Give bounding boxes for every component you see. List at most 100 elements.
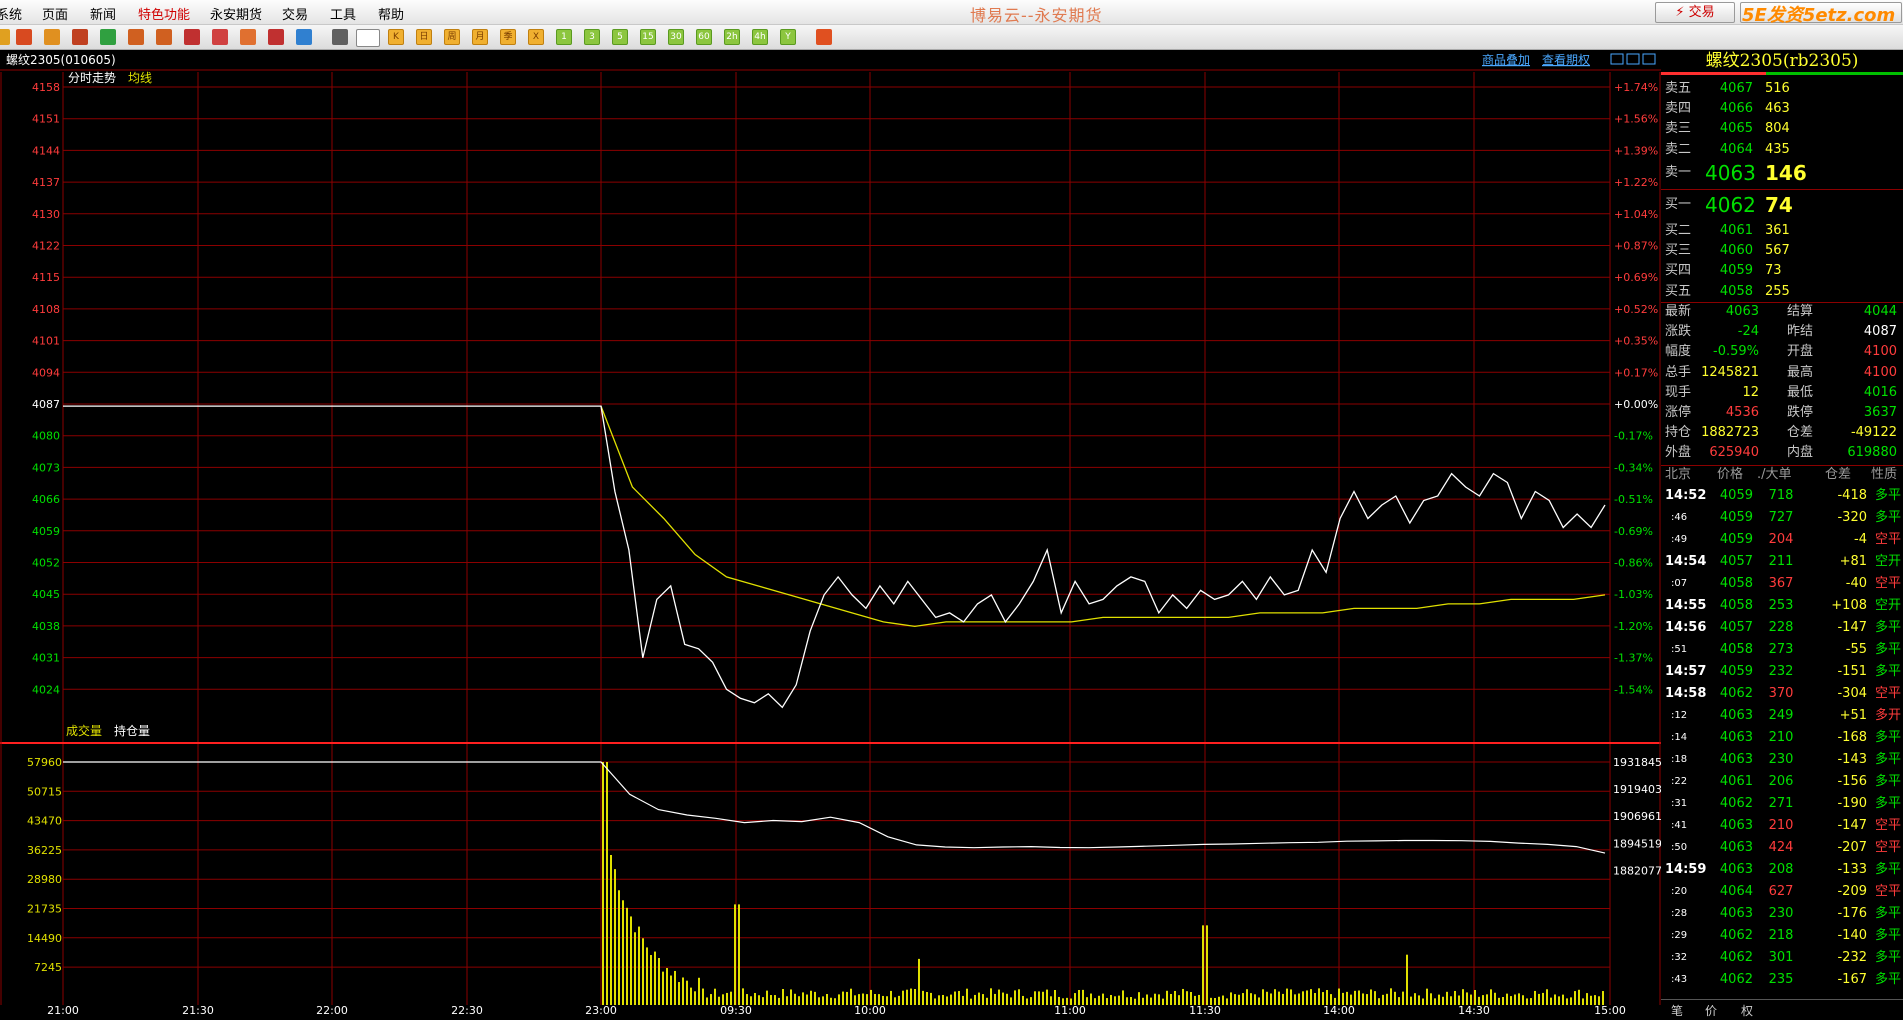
- refresh-icon[interactable]: [100, 29, 116, 45]
- calc-icon[interactable]: [816, 29, 832, 45]
- stat-value: 4100: [1863, 364, 1897, 380]
- tick-oi: -55: [1845, 642, 1867, 657]
- tab-ticks[interactable]: 笔: [1671, 1002, 1683, 1019]
- time-tick-label: 15:00: [1594, 1004, 1626, 1017]
- pct-tick-label: +0.17%: [1614, 366, 1658, 379]
- menu-special[interactable]: 特色功能: [138, 4, 190, 23]
- bid1-volume: 74: [1765, 193, 1793, 217]
- tick-time: :49: [1671, 534, 1688, 545]
- tab-rights[interactable]: 权: [1741, 1002, 1753, 1019]
- kline-icon[interactable]: K: [388, 29, 404, 45]
- menu-trade[interactable]: 交易: [282, 4, 308, 23]
- menu-help[interactable]: 帮助: [378, 4, 404, 23]
- tick-row: :18 4063 230 -143 多平: [1665, 751, 1903, 769]
- quarter-icon[interactable]: 季: [500, 29, 516, 45]
- home-icon[interactable]: [16, 29, 32, 45]
- stat-value: -0.59%: [1713, 344, 1759, 360]
- bid-row: 买二 4061 361: [1665, 222, 1903, 240]
- 15min-icon[interactable]: 15: [640, 29, 656, 45]
- 3min-icon[interactable]: 3: [584, 29, 600, 45]
- 30min-icon[interactable]: 30: [668, 29, 684, 45]
- quote-title: 螺纹2305(rb2305): [1705, 51, 1859, 71]
- volume-tick-label: 14490: [27, 932, 62, 945]
- menu-news[interactable]: 新闻: [90, 4, 116, 23]
- tick-oi: -167: [1837, 972, 1867, 987]
- tick-volume: 204: [1768, 532, 1794, 547]
- 60min-icon[interactable]: 60: [696, 29, 712, 45]
- tick-volume: 273: [1768, 642, 1794, 657]
- time-tick-label: 21:30: [182, 1004, 214, 1017]
- menu-tools[interactable]: 工具: [330, 4, 356, 23]
- stat-label: 仓差: [1787, 425, 1814, 441]
- tick-time: :28: [1671, 908, 1688, 919]
- ask-volume: 516: [1765, 81, 1790, 96]
- y-icon[interactable]: Y: [780, 29, 796, 45]
- time-tick-label: 11:30: [1189, 1004, 1221, 1017]
- tick-header-price: 价格: [1717, 467, 1744, 482]
- 5min-icon[interactable]: 5: [612, 29, 628, 45]
- options-link[interactable]: 查看期权: [1542, 53, 1590, 67]
- 2h-icon[interactable]: 2h: [724, 29, 740, 45]
- tick-oi: +81: [1839, 554, 1867, 569]
- menu-system[interactable]: 系统: [0, 4, 22, 23]
- new-icon[interactable]: [296, 29, 312, 45]
- day-icon[interactable]: 日: [416, 29, 432, 45]
- tick-type: 空开: [1875, 598, 1902, 613]
- price-tick-label: 4151: [32, 113, 60, 126]
- price-tick-label: 4094: [32, 366, 60, 379]
- watermark: 5E发资5etz.com: [1742, 5, 1896, 26]
- price-tick-label: 4108: [32, 303, 60, 316]
- ask1-price: 4063: [1705, 161, 1756, 185]
- bid-price: 4059: [1719, 263, 1753, 279]
- trade-button[interactable]: ⚡ 交易: [1655, 2, 1735, 23]
- intraday-chart[interactable]: 螺纹2305(010605) 商品叠加 查看期权 分时走势 均线 成交量 持仓量…: [0, 50, 1661, 1019]
- tick-type: 多平: [1875, 488, 1902, 503]
- year-icon[interactable]: X: [528, 29, 544, 45]
- price-tick-label: 4059: [32, 525, 60, 538]
- ask-label: 卖五: [1665, 81, 1692, 96]
- time-tick-label: 14:30: [1458, 1004, 1490, 1017]
- filter-icon[interactable]: [268, 29, 284, 45]
- draw-icon[interactable]: [212, 29, 228, 45]
- tick-oi: -209: [1837, 884, 1867, 899]
- pct-tick-label: +1.56%: [1614, 113, 1658, 126]
- tick-oi: -320: [1837, 510, 1867, 525]
- oi-tick-label: 1919403: [1613, 783, 1661, 796]
- tick-time: :22: [1671, 776, 1688, 787]
- 4h-icon[interactable]: 4h: [752, 29, 768, 45]
- tool-icon[interactable]: [240, 29, 256, 45]
- 1min-icon[interactable]: 1: [556, 29, 572, 45]
- chart-icon[interactable]: [356, 29, 380, 47]
- tab-price[interactable]: 价: [1705, 1002, 1717, 1019]
- left-edge-icon[interactable]: [0, 29, 10, 45]
- table-icon[interactable]: [332, 29, 348, 45]
- stat-row: 外盘 625940 内盘 619880: [1665, 444, 1903, 462]
- tick-volume: 271: [1768, 796, 1794, 811]
- week-icon[interactable]: 周: [444, 29, 460, 45]
- month-icon[interactable]: 月: [472, 29, 488, 45]
- overlay-link[interactable]: 商品叠加: [1482, 52, 1530, 67]
- tick-type: 空平: [1875, 818, 1902, 833]
- bid-price: 4058: [1719, 283, 1753, 299]
- tick-volume: 210: [1768, 730, 1794, 745]
- zoom-out-icon[interactable]: [156, 29, 172, 45]
- window-icon[interactable]: [184, 29, 200, 45]
- stat-label: 涨跌: [1665, 324, 1692, 340]
- stat-label: 最高: [1787, 364, 1814, 380]
- tick-price: 4063: [1719, 818, 1753, 833]
- menu-page[interactable]: 页面: [42, 4, 68, 23]
- tick-row: :29 4062 218 -140 多平: [1665, 927, 1903, 945]
- price-tick-label: 4144: [32, 144, 60, 157]
- stat-row: 涨跌 -24 昨结 4087: [1665, 323, 1903, 341]
- folder-icon[interactable]: [44, 29, 60, 45]
- tick-price: 4062: [1719, 972, 1753, 987]
- menu-yongan[interactable]: 永安期货: [210, 4, 262, 23]
- news-icon[interactable]: [72, 29, 88, 45]
- bid-volume: 567: [1765, 243, 1790, 259]
- zoom-in-icon[interactable]: [128, 29, 144, 45]
- tick-header-oi: 仓差: [1825, 467, 1852, 482]
- tick-time: 14:52: [1665, 488, 1707, 503]
- tick-type: 空平: [1875, 884, 1902, 899]
- pct-tick-label: +0.69%: [1614, 271, 1658, 284]
- pct-tick-label: -1.03%: [1614, 588, 1653, 601]
